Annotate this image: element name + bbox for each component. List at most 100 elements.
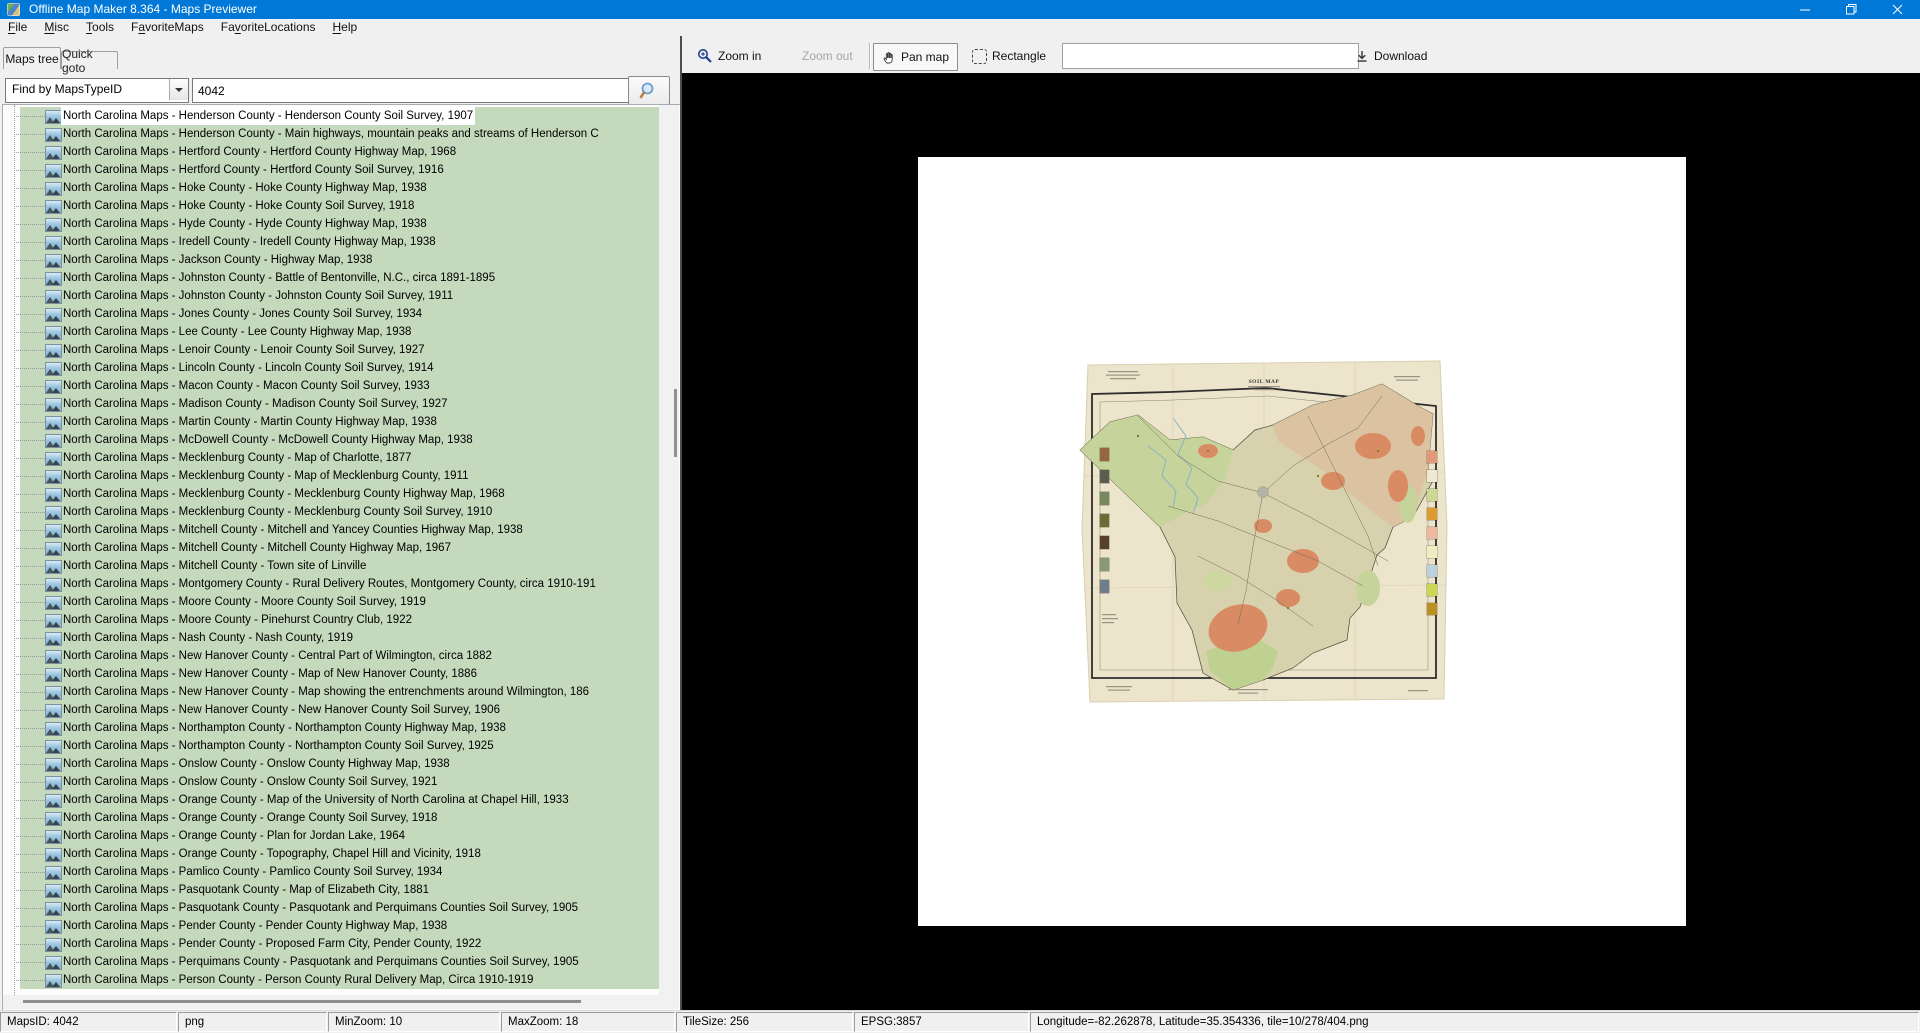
tree-item[interactable]: North Carolina Maps - Mitchell County - … [3, 539, 659, 557]
chevron-down-icon[interactable] [169, 79, 188, 100]
menu-file[interactable]: File [8, 19, 27, 36]
tree-item[interactable]: North Carolina Maps - Iredell County - I… [3, 233, 659, 251]
tree-item[interactable]: North Carolina Maps - Mitchell County - … [3, 521, 659, 539]
close-button[interactable] [1874, 0, 1920, 19]
tree-branch-line [14, 566, 45, 567]
tree-item[interactable]: North Carolina Maps - Moore County - Pin… [3, 611, 659, 629]
tree-item[interactable]: North Carolina Maps - Northampton County… [3, 737, 659, 755]
tree-item[interactable]: North Carolina Maps - Hyde County - Hyde… [3, 215, 659, 233]
zoom-out-label: Zoom out [802, 49, 853, 63]
tree-item[interactable]: North Carolina Maps - Martin County - Ma… [3, 413, 659, 431]
tree-item[interactable]: North Carolina Maps - Pender County - Pe… [3, 917, 659, 935]
find-by-dropdown[interactable]: Find by MapsTypeID [5, 78, 189, 103]
map-image-icon [45, 650, 62, 664]
menu-help[interactable]: Help [333, 19, 358, 36]
tree-item[interactable]: North Carolina Maps - Lee County - Lee C… [3, 323, 659, 341]
tree-item[interactable]: North Carolina Maps - Johnston County - … [3, 269, 659, 287]
download-button[interactable]: Download [1355, 44, 1427, 68]
tree-item[interactable]: North Carolina Maps - Hoke County - Hoke… [3, 197, 659, 215]
tab-maps-tree[interactable]: Maps tree [3, 47, 61, 69]
tree-item[interactable]: North Carolina Maps - Mecklenburg County… [3, 485, 659, 503]
tree-branch-line [14, 152, 45, 153]
tree-item[interactable]: North Carolina Maps - Macon County - Mac… [3, 377, 659, 395]
tree-item-label: North Carolina Maps - Orange County - Pl… [63, 827, 405, 845]
menu-misc[interactable]: Misc [44, 19, 69, 36]
tree-item[interactable]: North Carolina Maps - Henderson County -… [3, 125, 659, 143]
map-image-icon [45, 362, 62, 376]
tree-item-label: North Carolina Maps - Person County - Pe… [63, 971, 533, 989]
tree-item[interactable]: North Carolina Maps - Mitchell County - … [3, 557, 659, 575]
tree-item[interactable]: North Carolina Maps - Northampton County… [3, 719, 659, 737]
tree-item[interactable]: North Carolina Maps - New Hanover County… [3, 701, 659, 719]
horizontal-scrollbar[interactable] [3, 995, 679, 1009]
tree-branch-line [14, 584, 45, 585]
map-image-icon [45, 416, 62, 430]
tree-item[interactable]: North Carolina Maps - Hoke County - Hoke… [3, 179, 659, 197]
tree-item[interactable]: North Carolina Maps - Nash County - Nash… [3, 629, 659, 647]
minimize-button[interactable] [1782, 0, 1828, 19]
tree-branch-line [14, 350, 45, 351]
menu-favoritelocations[interactable]: FavoriteLocations [221, 19, 316, 36]
tree-branch-line [14, 620, 45, 621]
tree-item[interactable]: North Carolina Maps - Person County - Pe… [3, 971, 659, 989]
tree-item-label: North Carolina Maps - Hertford County - … [63, 161, 444, 179]
legend-swatch [1427, 489, 1437, 501]
tree-item[interactable]: North Carolina Maps - Orange County - Pl… [3, 827, 659, 845]
tree-item[interactable]: North Carolina Maps - Johnston County - … [3, 287, 659, 305]
tree-item[interactable]: North Carolina Maps - Mecklenburg County… [3, 449, 659, 467]
tree-item[interactable]: North Carolina Maps - New Hanover County… [3, 665, 659, 683]
toolbar-text-input[interactable] [1062, 43, 1359, 69]
tree-item[interactable]: North Carolina Maps - Lenoir County - Le… [3, 341, 659, 359]
tree-item[interactable]: North Carolina Maps - Hertford County - … [3, 143, 659, 161]
vertical-scrollbar-thumb[interactable] [674, 389, 677, 457]
tree-item[interactable]: North Carolina Maps - Jackson County - H… [3, 251, 659, 269]
tree-item[interactable]: North Carolina Maps - Pamlico County - P… [3, 863, 659, 881]
tree-item[interactable]: North Carolina Maps - Mecklenburg County… [3, 503, 659, 521]
tree-item[interactable]: North Carolina Maps - Montgomery County … [3, 575, 659, 593]
horizontal-scrollbar-thumb[interactable] [23, 1000, 581, 1003]
tree-item[interactable]: North Carolina Maps - McDowell County - … [3, 431, 659, 449]
menu-tools[interactable]: Tools [86, 19, 114, 36]
tab-quick-goto[interactable]: Quick goto [61, 51, 118, 69]
tree-item[interactable]: North Carolina Maps - Mecklenburg County… [3, 467, 659, 485]
tree-item[interactable]: North Carolina Maps - Onslow County - On… [3, 773, 659, 791]
tree-branch-line [14, 872, 45, 873]
tree-item-label: North Carolina Maps - New Hanover County… [63, 701, 500, 719]
rectangle-button[interactable]: Rectangle [972, 44, 1046, 68]
tree-item-label: North Carolina Maps - Henderson County -… [61, 107, 475, 125]
search-input[interactable] [192, 78, 634, 103]
vertical-scrollbar[interactable] [659, 105, 679, 995]
pan-map-button[interactable]: Pan map [873, 43, 958, 71]
tree-item[interactable]: North Carolina Maps - Hertford County - … [3, 161, 659, 179]
tree-item[interactable]: North Carolina Maps - Pasquotank County … [3, 899, 659, 917]
tree-item[interactable]: North Carolina Maps - Pasquotank County … [3, 881, 659, 899]
map-image-icon [45, 236, 62, 250]
tree-branch-line [14, 296, 45, 297]
tree-branch-line [14, 818, 45, 819]
tree-branch-line [14, 494, 45, 495]
tree-item[interactable]: North Carolina Maps - Pender County - Pr… [3, 935, 659, 953]
tree-branch-line [14, 224, 45, 225]
soil-map-title: SOIL MAP [1249, 379, 1280, 385]
menu-favoritemaps[interactable]: FavoriteMaps [131, 19, 204, 36]
tree-item[interactable]: North Carolina Maps - Henderson County -… [3, 107, 659, 125]
tree-item[interactable]: North Carolina Maps - Orange County - To… [3, 845, 659, 863]
tree-item[interactable]: North Carolina Maps - New Hanover County… [3, 683, 659, 701]
maps-tree-list: North Carolina Maps - Henderson County -… [2, 104, 682, 1012]
tree-item[interactable]: North Carolina Maps - Moore County - Moo… [3, 593, 659, 611]
map-image-icon [45, 812, 62, 826]
maximize-button[interactable] [1828, 0, 1874, 19]
tree-item[interactable]: North Carolina Maps - Orange County - Or… [3, 809, 659, 827]
tree-item[interactable]: North Carolina Maps - New Hanover County… [3, 647, 659, 665]
tree-item[interactable]: North Carolina Maps - Orange County - Ma… [3, 791, 659, 809]
tree-item-label: North Carolina Maps - Johnston County - … [63, 269, 495, 287]
tree-item[interactable]: North Carolina Maps - Madison County - M… [3, 395, 659, 413]
tree-item[interactable]: North Carolina Maps - Lincoln County - L… [3, 359, 659, 377]
tree-item[interactable]: North Carolina Maps - Perquimans County … [3, 953, 659, 971]
close-icon [1891, 3, 1904, 16]
tree-item[interactable]: North Carolina Maps - Onslow County - On… [3, 755, 659, 773]
status-tile-size: TileSize: 256 [676, 1012, 853, 1032]
search-button[interactable] [628, 76, 670, 105]
tree-item[interactable]: North Carolina Maps - Jones County - Jon… [3, 305, 659, 323]
zoom-in-button[interactable]: Zoom in [697, 44, 761, 68]
